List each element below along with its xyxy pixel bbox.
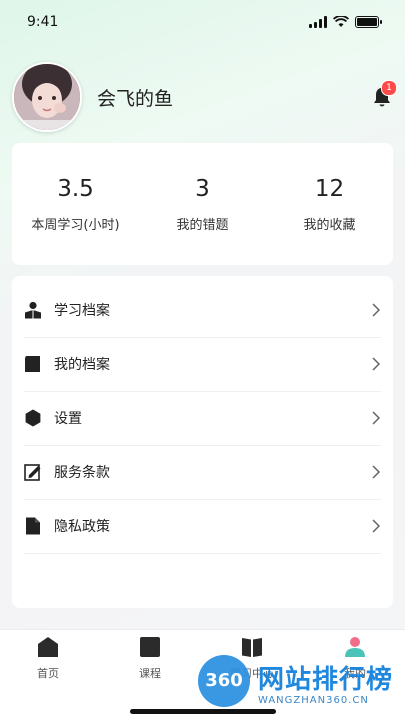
home-icon	[38, 637, 58, 657]
stats-card: 3.5 本周学习(小时) 3 我的错题 12 我的收藏	[12, 143, 393, 265]
chevron-right-icon	[372, 303, 381, 317]
status-bar: 9:41	[0, 0, 405, 44]
watermark-subtitle: WANGZHAN360.CN	[258, 695, 369, 706]
stat-favorites[interactable]: 12 我的收藏	[266, 143, 393, 265]
tab-label: 首页	[37, 667, 59, 680]
stat-value: 12	[314, 176, 345, 202]
menu-item-my-archive[interactable]: 我的档案	[24, 337, 381, 392]
menu-label: 学习档案	[54, 303, 110, 319]
status-time: 9:41	[27, 14, 59, 30]
stat-weekly-study[interactable]: 3.5 本周学习(小时)	[12, 143, 139, 265]
wifi-icon	[333, 16, 349, 27]
stat-value: 3	[195, 176, 210, 202]
tab-home[interactable]: 首页	[18, 636, 78, 681]
menu-item-study-archive[interactable]: 学习档案	[24, 283, 381, 338]
chevron-right-icon	[372, 357, 381, 371]
chevron-right-icon	[372, 519, 381, 533]
menu-label: 我的档案	[54, 357, 110, 373]
menu-item-terms[interactable]: 服务条款	[24, 445, 381, 500]
menu-card: 学习档案 我的档案 设置 服务条款 隐私政策	[12, 276, 393, 608]
tab-label: 课程	[139, 667, 161, 680]
stat-label: 我的错题	[176, 218, 229, 233]
stat-wrong-questions[interactable]: 3 我的错题	[139, 143, 266, 265]
stat-value: 3.5	[57, 176, 94, 202]
notification-badge: 1	[381, 80, 397, 96]
notification-button[interactable]: 1	[371, 80, 397, 108]
battery-icon	[355, 16, 382, 28]
username: 会飞的鱼	[97, 88, 174, 110]
profile-header: 会飞的鱼 1	[12, 62, 397, 132]
watermark-badge: 360	[198, 655, 250, 707]
avatar-portrait	[14, 64, 80, 130]
hexagon-icon	[25, 409, 41, 427]
menu-label: 隐私政策	[54, 519, 110, 535]
menu-label: 服务条款	[54, 465, 110, 481]
tab-courses[interactable]: 课程	[120, 636, 180, 681]
person-icon	[25, 301, 41, 319]
folder-icon	[25, 356, 40, 372]
menu-label: 设置	[54, 411, 82, 427]
home-indicator	[130, 709, 276, 714]
watermark-logo: 360 网站排行榜 WANGZHAN360.CN	[198, 655, 403, 715]
menu-item-settings[interactable]: 设置	[24, 391, 381, 446]
avatar[interactable]	[12, 62, 82, 132]
signal-icon	[309, 16, 327, 28]
chevron-right-icon	[372, 465, 381, 479]
menu-item-privacy[interactable]: 隐私政策	[24, 499, 381, 554]
stat-label: 本周学习(小时)	[31, 218, 120, 233]
stat-label: 我的收藏	[303, 218, 356, 233]
watermark-title: 网站排行榜	[258, 665, 394, 695]
course-icon	[140, 637, 160, 657]
status-icons	[309, 16, 382, 28]
document-icon	[26, 517, 40, 535]
edit-document-icon	[24, 464, 41, 481]
chevron-right-icon	[372, 411, 381, 425]
